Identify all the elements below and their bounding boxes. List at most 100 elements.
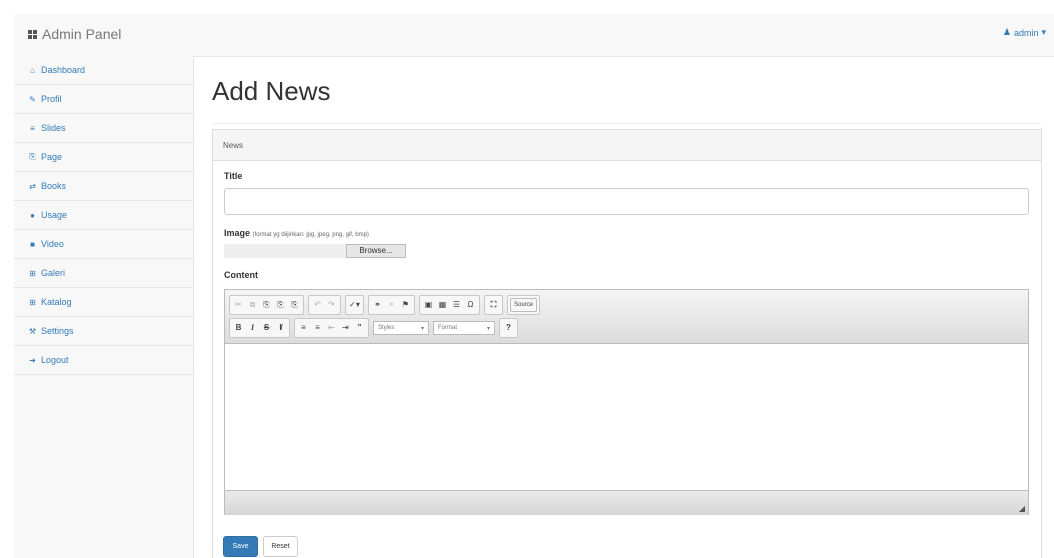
title-input[interactable] [224, 188, 1029, 215]
sidebar-item-slides[interactable]: ≡ Slides [14, 114, 193, 143]
numbered-list-icon[interactable]: ≡ [297, 321, 310, 335]
sidebar-item-label: Books [41, 181, 67, 191]
top-navbar: Admin Panel ♟ admin ▾ [14, 14, 1054, 57]
content-editor: ✂ ⧉ ⎘ ⎘ ⎘ ↶ ↷ ✓▾ ⚭ ⚬ ⚑ ▣ ▦ ☰ Ω ⛶ Source … [224, 289, 1029, 515]
brand[interactable]: Admin Panel [28, 26, 121, 42]
sidebar-item-logout[interactable]: ➜ Logout [14, 346, 193, 375]
sidebar-item-label: Logout [41, 355, 69, 365]
page-icon: ⎘ [29, 152, 36, 161]
image-icon[interactable]: ▣ [422, 298, 435, 312]
list-group: ≡ ≡ ⇤ ⇥ ” [294, 318, 369, 338]
unlink-icon[interactable]: ⚬ [385, 298, 398, 312]
link-group: ⚭ ⚬ ⚑ [368, 295, 415, 315]
sidebar-item-dashboard[interactable]: ⌂ Dashboard [14, 56, 193, 85]
format-label: Format [438, 325, 458, 331]
news-panel: News Title Image (format yg diijinkan: j… [212, 129, 1042, 558]
sidebar-item-page[interactable]: ⎘ Page [14, 143, 193, 172]
toolbar-row-1: ✂ ⧉ ⎘ ⎘ ⎘ ↶ ↷ ✓▾ ⚭ ⚬ ⚑ ▣ ▦ ☰ Ω ⛶ Source [229, 295, 1024, 315]
chevron-down-icon: ▾ [486, 325, 490, 332]
user-menu[interactable]: ♟ admin ▾ [1003, 27, 1046, 38]
format-dropdown[interactable]: Format ▾ [433, 321, 495, 335]
edit-icon: ✎ [29, 94, 36, 104]
help-icon[interactable]: ? [502, 321, 515, 335]
comment-icon: ● [30, 210, 35, 220]
undo-icon[interactable]: ↶ [311, 298, 324, 312]
editor-toolbar: ✂ ⧉ ⎘ ⎘ ⎘ ↶ ↷ ✓▾ ⚭ ⚬ ⚑ ▣ ▦ ☰ Ω ⛶ Source … [225, 290, 1028, 344]
sidebar-item-settings[interactable]: ⚒ Settings [14, 317, 193, 346]
reset-button[interactable]: Reset [263, 536, 298, 557]
gallery-icon: ⊞ [29, 268, 36, 278]
paste-word-icon[interactable]: ⎘ [288, 298, 301, 312]
styles-dropdown[interactable]: Styles ▾ [373, 321, 429, 335]
blockquote-icon[interactable]: ” [353, 321, 366, 335]
sidebar-item-profil[interactable]: ✎ Profil [14, 85, 193, 114]
save-button[interactable]: Save [223, 536, 258, 557]
source-group: Source [507, 295, 541, 315]
styles-label: Styles [378, 325, 395, 331]
sidebar: ⌂ Dashboard ✎ Profil ≡ Slides ⎘ Page ⇄ B… [14, 56, 194, 558]
indent-icon[interactable]: ⇥ [339, 321, 352, 335]
books-icon: ⇄ [29, 181, 36, 191]
dashboard-icon: ⌂ [30, 65, 35, 75]
user-icon: ♟ [1002, 27, 1011, 37]
maximize-icon[interactable]: ⛶ [487, 298, 500, 312]
chevron-down-icon: ▾ [420, 325, 424, 332]
image-label-row: Image (format yg diijinkan: jpg, jpeg, p… [224, 228, 369, 238]
sidebar-item-video[interactable]: ■ Video [14, 230, 193, 259]
outdent-icon[interactable]: ⇤ [325, 321, 338, 335]
sidebar-item-label: Page [41, 152, 63, 162]
resize-handle-icon[interactable]: ◢ [1019, 504, 1025, 513]
video-icon: ■ [30, 239, 35, 249]
editor-body[interactable] [225, 344, 1028, 490]
sidebar-item-books[interactable]: ⇄ Books [14, 172, 193, 201]
special-char-icon[interactable]: Ω [464, 298, 477, 312]
grid-icon [28, 29, 37, 39]
sidebar-item-label: Usage [41, 210, 68, 220]
source-button[interactable]: Source [510, 298, 538, 312]
bold-icon[interactable]: B [232, 321, 245, 335]
sidebar-item-label: Slides [41, 123, 66, 133]
sidebar-item-galeri[interactable]: ⊞ Galeri [14, 259, 193, 288]
copy-icon[interactable]: ⧉ [246, 298, 259, 312]
remove-format-icon[interactable]: I̸ [274, 321, 287, 335]
brand-title: Admin Panel [42, 26, 122, 42]
anchor-flag-icon[interactable]: ⚑ [399, 298, 412, 312]
user-name: admin [1013, 27, 1039, 38]
sidebar-item-label: Katalog [41, 297, 72, 307]
insert-group: ▣ ▦ ☰ Ω [419, 295, 480, 315]
spellcheck-group: ✓▾ [345, 295, 364, 315]
sidebar-item-label: Dashboard [41, 65, 86, 75]
sidebar-item-label: Settings [41, 326, 74, 336]
panel-heading: News [213, 130, 1041, 161]
page-title: Add News [212, 76, 331, 106]
logout-icon: ➜ [29, 355, 36, 365]
title-label: Title [224, 171, 243, 181]
basic-style-group: B I S I̸ [229, 318, 290, 338]
sidebar-item-usage[interactable]: ● Usage [14, 201, 193, 230]
link-icon[interactable]: ⚭ [371, 298, 384, 312]
title-divider [212, 123, 1042, 124]
image-format-hint: (format yg diijinkan: jpg, jpeg, png, gi… [252, 232, 369, 238]
paste-text-icon[interactable]: ⎘ [274, 298, 287, 312]
cut-icon[interactable]: ✂ [232, 298, 245, 312]
tools-group: ⛶ [484, 295, 503, 315]
strike-icon[interactable]: S [260, 321, 273, 335]
paste-icon[interactable]: ⎘ [260, 298, 273, 312]
main-content: Add News News Title Image (format yg dii… [193, 56, 1054, 558]
browse-button[interactable]: Browse... [346, 244, 406, 258]
caret-down-icon: ▾ [1041, 27, 1046, 37]
sidebar-item-label: Video [41, 239, 64, 249]
image-file-input[interactable]: Browse... [224, 244, 406, 258]
spellcheck-icon[interactable]: ✓▾ [348, 298, 361, 312]
catalog-icon: ⊞ [29, 297, 36, 307]
sidebar-item-katalog[interactable]: ⊞ Katalog [14, 288, 193, 317]
slides-icon: ≡ [30, 123, 35, 133]
table-icon[interactable]: ▦ [436, 298, 449, 312]
horizontal-line-icon[interactable]: ☰ [450, 298, 463, 312]
redo-icon[interactable]: ↷ [325, 298, 338, 312]
italic-icon[interactable]: I [246, 321, 259, 335]
undo-group: ↶ ↷ [308, 295, 341, 315]
sidebar-item-label: Profil [41, 94, 62, 104]
help-group: ? [499, 318, 518, 338]
bulleted-list-icon[interactable]: ≡ [311, 321, 324, 335]
